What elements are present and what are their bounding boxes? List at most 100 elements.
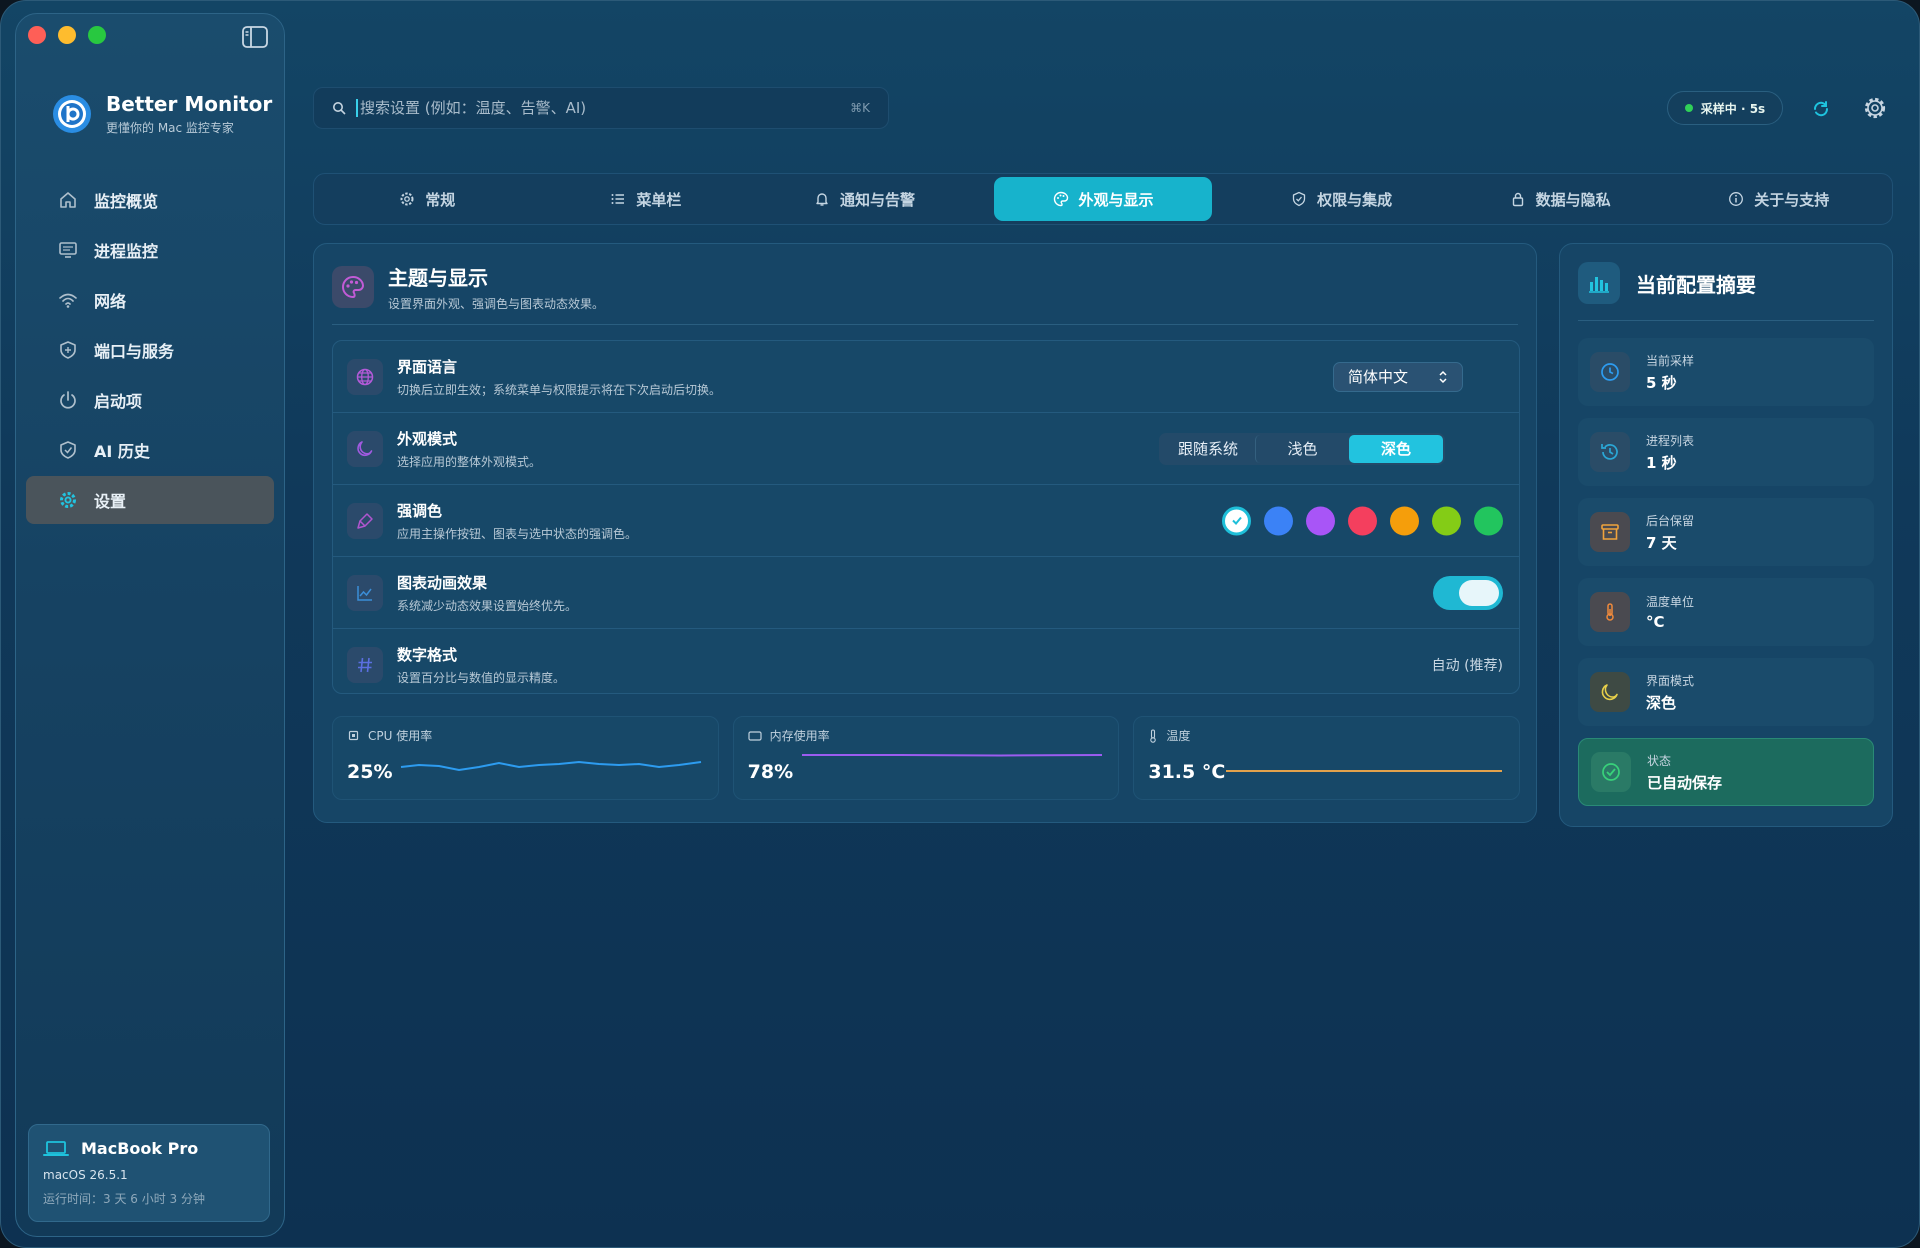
accent-swatch-cyan[interactable] (1222, 506, 1251, 535)
number-format-row: 数字格式 设置百分比与数值的显示精度。 自动 (推荐) (333, 629, 1519, 701)
number-format-select[interactable]: 自动 (推荐) (1432, 655, 1503, 675)
appearance-option-system[interactable]: 跟随系统 (1161, 435, 1255, 463)
chevron-updown-icon (1439, 370, 1447, 383)
summary-label: 当前采样 (1646, 353, 1695, 368)
metric-label: 内存使用率 (769, 729, 830, 743)
row-desc: 切换后立即生效；系统菜单与权限提示将在下次启动后切换。 (397, 382, 722, 397)
metrics-preview: CPU 使用率 25% 内存使用率 78% 温度 31.5 °C (332, 716, 1521, 800)
appearance-option-dark[interactable]: 深色 (1349, 434, 1443, 463)
power-icon (60, 391, 76, 409)
globe-icon (347, 358, 383, 395)
temperature-sparkline (1226, 770, 1503, 772)
device-name: MacBook Pro (81, 1139, 199, 1158)
appearance-option-light[interactable]: 浅色 (1255, 434, 1349, 463)
tab-menubar[interactable]: 菜单栏 (537, 177, 756, 221)
tab-permissions[interactable]: 权限与集成 (1232, 177, 1451, 221)
app-logo-icon (53, 95, 91, 133)
sidebar-item-label: 进程监控 (94, 242, 159, 261)
settings-list: 界面语言 切换后立即生效；系统菜单与权限提示将在下次启动后切换。 简体中文 外观… (332, 340, 1520, 694)
language-select-value: 简体中文 (1348, 368, 1409, 386)
row-desc: 选择应用的整体外观模式。 (397, 454, 542, 469)
sidebar-item-label: 设置 (94, 492, 127, 511)
summary-value: 深色 (1646, 693, 1677, 712)
tab-label: 权限与集成 (1317, 190, 1393, 209)
sidebar-nav: 监控概览 进程监控 网络 端口与服务 启动项 AI 历史 设置 (26, 176, 274, 526)
summary-value: 已自动保存 (1647, 773, 1723, 792)
theme-display-card: 主题与显示 设置界面外观、强调色与图表动态效果。 界面语言 切换后立即生效；系统… (313, 243, 1537, 823)
archive-icon (1590, 512, 1630, 552)
tab-label: 常规 (425, 190, 456, 209)
accent-swatch-blue[interactable] (1264, 506, 1293, 535)
refresh-icon[interactable] (1807, 95, 1835, 123)
sidebar-item-settings[interactable]: 设置 (26, 476, 274, 524)
sidebar-item-label: 监控概览 (94, 192, 159, 211)
search-bar[interactable]: ⌘K (313, 87, 889, 129)
row-title: 界面语言 (397, 357, 458, 376)
language-select[interactable]: 简体中文 (1333, 361, 1463, 392)
tab-appearance[interactable]: 外观与显示 (993, 177, 1213, 221)
brand: Better Monitor 更懂你的 Mac 监控专家 (52, 92, 272, 136)
tab-general[interactable]: 常规 (318, 177, 537, 221)
sidebar-toggle-icon[interactable] (242, 26, 268, 48)
accent-swatch-orange[interactable] (1390, 506, 1419, 535)
accent-swatch-purple[interactable] (1306, 506, 1335, 535)
palette-icon (332, 266, 374, 308)
settings-gear-icon[interactable] (1861, 94, 1889, 122)
tab-label: 菜单栏 (636, 190, 682, 209)
shield-check-icon (1292, 191, 1306, 207)
accent-swatch-red[interactable] (1348, 506, 1377, 535)
chart-line-icon (347, 574, 383, 611)
close-window-button[interactable] (28, 26, 46, 44)
accent-row: 强调色 应用主操作按钮、图表与选中状态的强调色。 (333, 485, 1519, 557)
sidebar-item-ports[interactable]: 端口与服务 (26, 326, 274, 374)
sidebar-item-overview[interactable]: 监控概览 (26, 176, 274, 224)
sidebar-item-network[interactable]: 网络 (26, 276, 274, 324)
metric-label: CPU 使用率 (368, 729, 433, 743)
row-title: 外观模式 (397, 429, 458, 448)
sidebar: Better Monitor 更懂你的 Mac 监控专家 监控概览 进程监控 网… (15, 13, 285, 1237)
bar-chart-icon (1578, 262, 1620, 304)
status-dot (1684, 104, 1693, 112)
summary-label: 后台保留 (1646, 513, 1695, 528)
device-uptime: 运行时间：3 天 6 小时 3 分钟 (43, 1192, 205, 1206)
monitor-icon (59, 242, 77, 258)
sidebar-item-startup[interactable]: 启动项 (26, 376, 274, 424)
home-icon (60, 192, 76, 208)
tab-notifications[interactable]: 通知与告警 (755, 177, 974, 221)
sidebar-item-ai-history[interactable]: AI 历史 (26, 426, 274, 474)
search-icon (333, 102, 346, 115)
animation-toggle[interactable] (1433, 575, 1503, 610)
cpu-icon (348, 730, 359, 741)
window-controls (28, 26, 106, 44)
divider (332, 324, 1518, 325)
device-info-card: MacBook Pro macOS 26.5.1 运行时间：3 天 6 小时 3… (28, 1124, 270, 1222)
tab-label: 通知与告警 (839, 190, 915, 209)
sampling-status-text: 采样中 · 5s (1700, 101, 1766, 116)
search-shortcut: ⌘K (850, 101, 870, 115)
sampling-status-badge[interactable]: 采样中 · 5s (1667, 91, 1783, 125)
metric-cpu: CPU 使用率 25% (332, 716, 719, 800)
summary-label: 进程列表 (1646, 433, 1695, 448)
row-title: 数字格式 (397, 646, 458, 664)
tab-privacy[interactable]: 数据与隐私 (1451, 177, 1670, 221)
summary-value: 5 秒 (1646, 373, 1677, 392)
summary-item-status: 状态 已自动保存 (1578, 738, 1874, 806)
accent-swatch-lime[interactable] (1432, 506, 1461, 535)
minimize-window-button[interactable] (58, 26, 76, 44)
sidebar-item-label: 启动项 (94, 392, 143, 411)
summary-label: 状态 (1647, 753, 1672, 768)
animation-row: 图表动画效果 系统减少动态效果设置始终优先。 (333, 557, 1519, 629)
settings-tabs: 常规 菜单栏 通知与告警 外观与显示 权限与集成 数据与隐私 关于与支持 (313, 173, 1893, 225)
tab-about[interactable]: 关于与支持 (1669, 177, 1888, 221)
row-title: 强调色 (397, 501, 443, 520)
sidebar-item-processes[interactable]: 进程监控 (26, 226, 274, 274)
sidebar-item-label: 端口与服务 (94, 342, 175, 361)
summary-label: 界面模式 (1646, 673, 1695, 688)
accent-swatch-green[interactable] (1474, 506, 1503, 535)
device-os: macOS 26.5.1 (43, 1168, 128, 1182)
tab-label: 关于与支持 (1754, 190, 1830, 209)
tab-label: 外观与显示 (1078, 190, 1154, 209)
info-icon (1729, 192, 1744, 206)
search-input[interactable] (356, 99, 851, 117)
zoom-window-button[interactable] (88, 26, 106, 44)
